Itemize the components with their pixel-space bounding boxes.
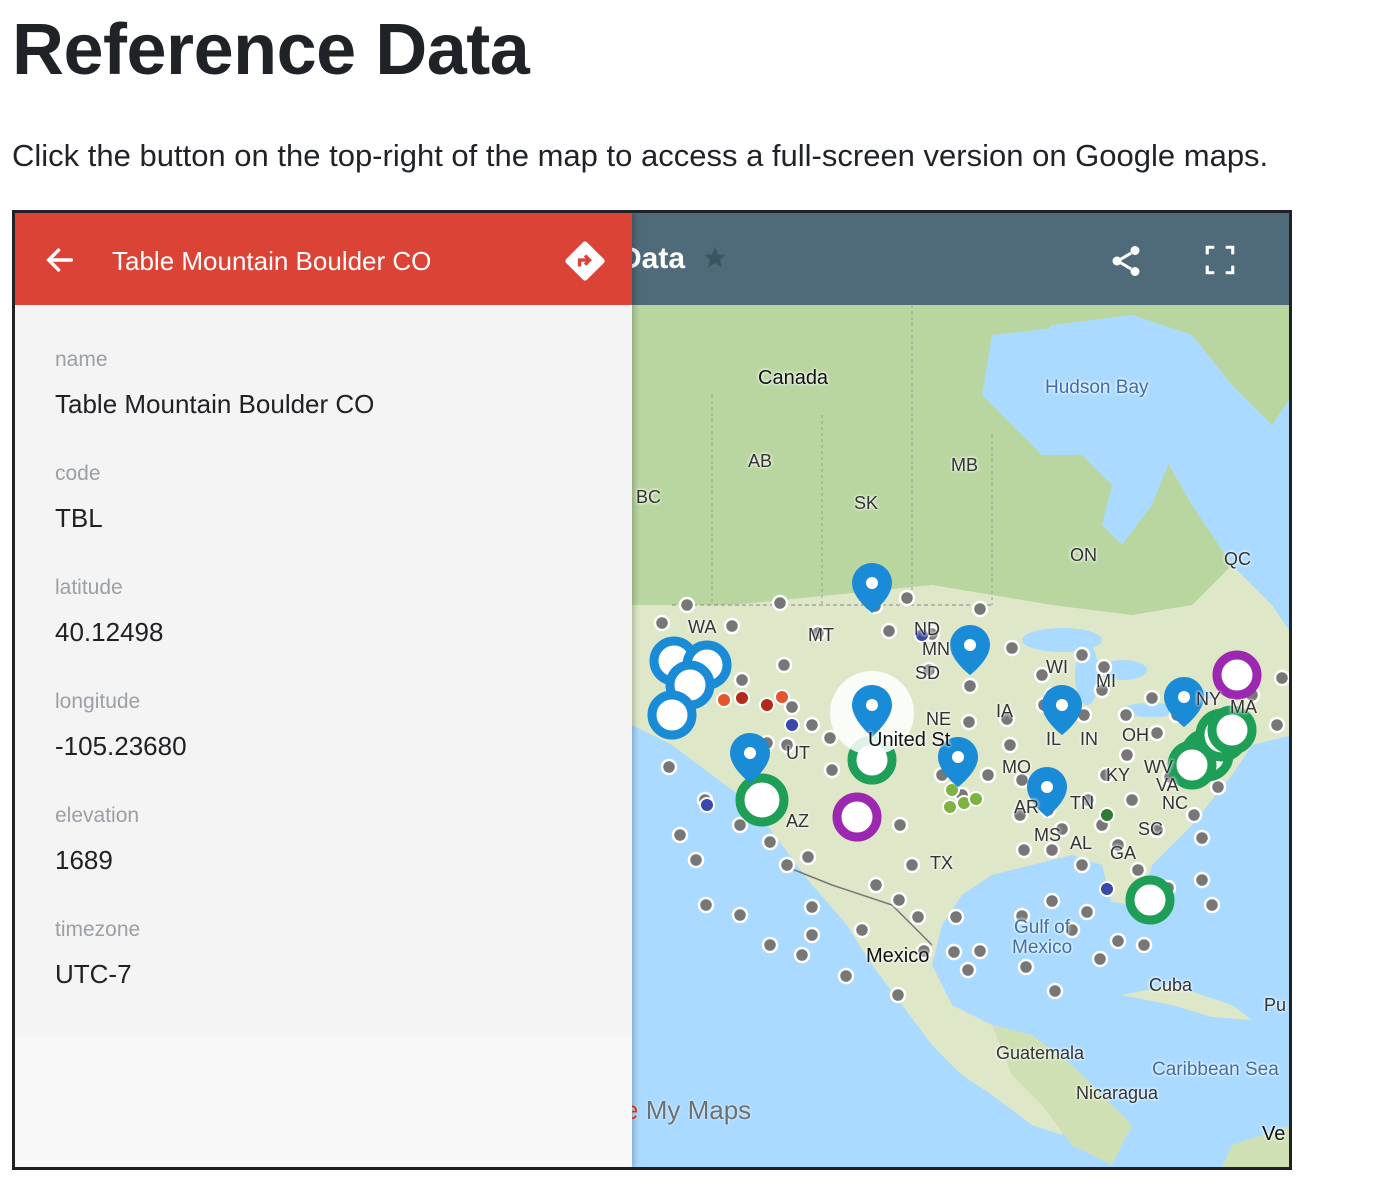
map-label: IL (1046, 729, 1062, 749)
map-label: IA (996, 701, 1014, 721)
map-label: UT (786, 743, 810, 763)
map-label: MS (1034, 825, 1061, 845)
star-icon[interactable] (702, 245, 728, 271)
map-label: Gulf of (1014, 917, 1070, 938)
map-label: NC (1162, 793, 1188, 813)
panel-body: name Table Mountain Boulder CO code TBL … (15, 305, 632, 1037)
map-label: AZ (786, 811, 810, 831)
map-label: WA (688, 617, 717, 637)
panel-title: Table Mountain Boulder CO (112, 246, 432, 276)
map-label: AL (1070, 833, 1093, 853)
map-title: Data (632, 242, 686, 275)
map-label: Mexico (1012, 937, 1073, 958)
field-value: -105.23680 (55, 731, 187, 761)
field-label: elevation (55, 804, 140, 827)
map-label: MA (1230, 697, 1257, 717)
map-label: Caribbean Sea (1152, 1059, 1279, 1080)
share-icon[interactable] (1108, 243, 1144, 279)
map-label: GA (1110, 843, 1137, 863)
map-label: OH (1122, 725, 1149, 745)
field-code: code TBL (55, 461, 103, 535)
map-label: TX (930, 853, 954, 873)
map-label: Cuba (1149, 975, 1193, 995)
field-label: timezone (55, 918, 141, 941)
field-value: Table Mountain Boulder CO (55, 389, 375, 419)
map-label: SK (854, 493, 879, 513)
map-label: Mexico (866, 945, 930, 967)
blue-rings (647, 636, 732, 740)
back-arrow-icon[interactable] (43, 243, 77, 277)
intro-text: Click the button on the top-right of the… (12, 138, 1269, 173)
map-label: MI (1096, 671, 1116, 691)
map-label: NE (926, 709, 952, 729)
map-label: Canada (758, 367, 829, 389)
map-label: United St (868, 729, 951, 751)
map-label: TN (1070, 793, 1094, 813)
field-label: latitude (55, 576, 123, 599)
map-markers-layer (647, 563, 1289, 1004)
field-longitude: longitude -105.23680 (55, 689, 187, 763)
map-label: MT (808, 625, 834, 645)
map-label: SC (1138, 819, 1164, 839)
map-label: ON (1070, 545, 1097, 565)
map-label: BC (636, 487, 662, 507)
fullscreen-icon[interactable] (1199, 243, 1241, 277)
page-heading: Reference Data (12, 10, 530, 90)
logo-text: My Maps (645, 1095, 752, 1125)
details-panel: Table Mountain Boulder CO name Table Mou… (15, 213, 632, 1167)
field-name: name Table Mountain Boulder CO (55, 347, 374, 421)
logo-prefix: e (632, 1095, 638, 1125)
map-embed: Canada Hudson Bay AB MB BC SK ON QC WA MT ND SD MN WI… (12, 210, 1292, 1170)
map-label: WI (1046, 657, 1068, 677)
field-timezone: timezone UTC-7 (55, 917, 140, 991)
map-label: SD (915, 663, 941, 683)
map-label: Guatemala (996, 1043, 1085, 1063)
map-label: Hudson Bay (1045, 377, 1149, 398)
field-label: name (55, 348, 108, 371)
field-label: code (55, 462, 101, 485)
field-label: longitude (55, 690, 141, 713)
map-label: IN (1080, 729, 1098, 749)
map-label: MB (951, 455, 978, 475)
map-label: Ve (1262, 1123, 1286, 1145)
directions-icon[interactable] (563, 239, 607, 283)
map-label: NY (1196, 689, 1222, 709)
map-label: MN (922, 639, 950, 659)
map-canvas[interactable]: Canada Hudson Bay AB MB BC SK ON QC WA MT ND SD MN WI… (632, 305, 1289, 1167)
my-maps-logo: e My Maps (632, 1095, 751, 1126)
map-label: AB (748, 451, 773, 471)
map-label: Pu (1264, 995, 1287, 1015)
field-value: 40.12498 (55, 617, 164, 647)
map-label: QC (1224, 549, 1251, 569)
field-value: 1689 (55, 845, 113, 875)
field-value: TBL (55, 503, 103, 533)
map-label: AR (1014, 797, 1040, 817)
field-elevation: elevation 1689 (55, 803, 139, 877)
map-label: MO (1002, 757, 1031, 777)
map-area[interactable]: Canada Hudson Bay AB MB BC SK ON QC WA MT ND SD MN WI… (632, 213, 1289, 1167)
field-value: UTC-7 (55, 959, 132, 989)
panel-header: Table Mountain Boulder CO (15, 213, 632, 305)
map-label: Nicaragua (1076, 1083, 1159, 1103)
field-latitude: latitude 40.12498 (55, 575, 163, 649)
map-header: Data (632, 213, 1289, 305)
map-label: ND (914, 619, 940, 639)
map-label: KY (1106, 765, 1131, 785)
